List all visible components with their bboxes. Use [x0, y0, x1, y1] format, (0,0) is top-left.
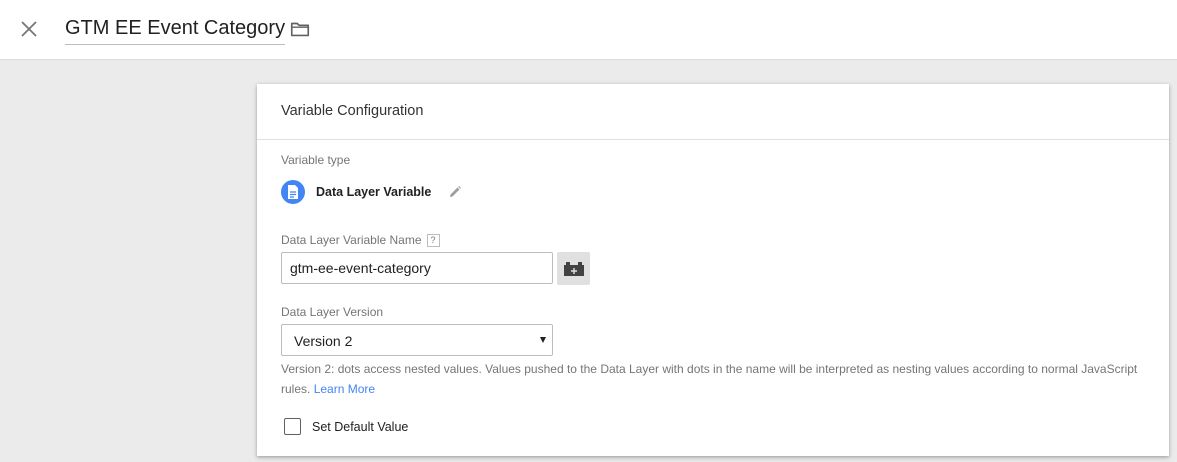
- help-icon[interactable]: ?: [426, 234, 440, 247]
- card-title: Variable Configuration: [281, 103, 424, 119]
- folder-button[interactable]: [289, 18, 311, 40]
- close-button[interactable]: [17, 17, 41, 41]
- data-layer-variable-name-input[interactable]: [281, 252, 553, 284]
- insert-variable-button[interactable]: [557, 252, 590, 285]
- variable-configuration-card: Variable Configuration Variable type Dat…: [257, 84, 1169, 456]
- set-default-value-checkbox[interactable]: [284, 418, 301, 435]
- learn-more-link[interactable]: Learn More: [314, 382, 375, 396]
- card-header: Variable Configuration: [257, 84, 1169, 140]
- set-default-value-label: Set Default Value: [312, 419, 409, 434]
- lego-brick-icon: [563, 261, 584, 276]
- variable-type-name: Data Layer Variable: [316, 185, 432, 199]
- document-icon: [281, 180, 305, 204]
- variable-type-row: Data Layer Variable: [281, 180, 463, 204]
- top-bar: GTM EE Event Category: [0, 0, 1177, 60]
- name-field-label-text: Data Layer Variable Name: [281, 233, 422, 247]
- data-layer-version-select[interactable]: Version 2: [281, 324, 553, 356]
- name-field-label: Data Layer Variable Name?: [281, 233, 440, 247]
- dropdown-arrow-icon: [540, 337, 546, 343]
- variable-title[interactable]: GTM EE Event Category: [65, 16, 286, 45]
- version-selected-value: Version 2: [294, 333, 353, 349]
- close-icon: [21, 21, 37, 37]
- edit-variable-type-button[interactable]: [447, 184, 463, 200]
- version-help-text: Version 2: dots access nested values. Va…: [281, 359, 1151, 399]
- variable-type-label: Variable type: [281, 153, 351, 167]
- version-help-description: Version 2: dots access nested values. Va…: [281, 362, 1138, 396]
- set-default-value-row[interactable]: Set Default Value: [284, 418, 408, 435]
- pencil-icon: [450, 186, 462, 197]
- folder-icon: [290, 22, 310, 37]
- version-field-label: Data Layer Version: [281, 305, 384, 319]
